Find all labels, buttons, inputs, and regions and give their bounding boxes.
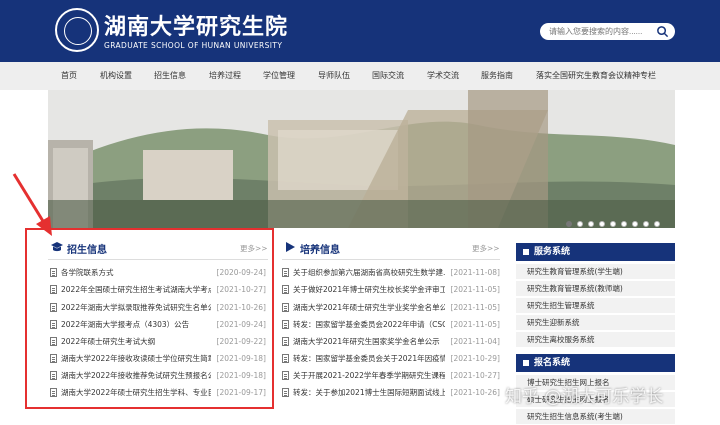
registration-header: 报名系统 xyxy=(516,354,675,372)
carousel-indicators xyxy=(566,212,665,227)
square-bullet-icon xyxy=(523,360,529,366)
document-icon xyxy=(282,268,289,277)
item-title[interactable]: 湖南大学2021年硕士研究生学业奖学金名单公... xyxy=(293,299,445,316)
list-item[interactable]: 关于开展2021-2022学年春季学期研究生课程排... [2021-10-27] xyxy=(282,367,500,384)
services-header: 服务系统 xyxy=(516,243,675,261)
carousel-dot[interactable] xyxy=(643,221,649,227)
nav-item-academic[interactable]: 学术交流 xyxy=(427,62,459,90)
item-title[interactable]: 转发：关于参加2021博士生国际短期面试线上... xyxy=(293,384,445,401)
document-icon xyxy=(282,354,289,363)
item-date: [2021-11-04] xyxy=(450,337,500,346)
services-title: 服务系统 xyxy=(534,247,571,257)
item-date: [2021-11-05] xyxy=(450,303,500,312)
item-title[interactable]: 转发：国家留学基金委员会2022年申请（CSC-D... xyxy=(293,316,445,333)
list-item[interactable]: 湖南大学2021年研究生国家奖学金名单公示 [2021-11-04] xyxy=(282,333,500,350)
square-bullet-icon xyxy=(523,249,529,255)
nav-item-organization[interactable]: 机构设置 xyxy=(100,62,132,90)
list-item[interactable]: 转发：国家留学基金委员会2022年申请（CSC-D... [2021-11-05] xyxy=(282,316,500,333)
site-logo-title[interactable]: 湖南大学研究生院 xyxy=(104,9,288,41)
annotation-highlight-box xyxy=(25,228,274,409)
item-title[interactable]: 转发：国家留学基金委员会关于2021年因疫情... xyxy=(293,350,445,367)
item-date: [2021-11-05] xyxy=(450,320,500,329)
nav-item-international[interactable]: 国际交流 xyxy=(372,62,404,90)
document-icon xyxy=(282,371,289,380)
carousel-dot[interactable] xyxy=(588,221,594,227)
service-link-student[interactable]: 研究生教育管理系统(学生端) xyxy=(516,264,675,280)
list-item[interactable]: 关于组织参加第六届湖南省高校研究生数学建... [2021-11-08] xyxy=(282,264,500,281)
nav-item-training[interactable]: 培养过程 xyxy=(209,62,241,90)
play-icon xyxy=(286,242,295,252)
document-icon xyxy=(282,303,289,312)
site-logo-subtitle: GRADUATE SCHOOL OF HUNAN UNIVERSITY xyxy=(104,41,283,50)
search-icon[interactable] xyxy=(656,25,669,38)
document-icon xyxy=(282,388,289,397)
item-date: [2021-10-26] xyxy=(450,388,500,397)
campus-photo xyxy=(48,90,675,228)
item-date: [2021-11-05] xyxy=(450,285,500,294)
nav-item-service-guide[interactable]: 服务指南 xyxy=(481,62,513,90)
list-item[interactable]: 关于做好2021年博士研究生校长奖学金评审工... [2021-11-05] xyxy=(282,281,500,298)
university-seal-logo[interactable] xyxy=(55,8,99,52)
document-icon xyxy=(282,320,289,329)
site-header: 湖南大学研究生院 GRADUATE SCHOOL OF HUNAN UNIVER… xyxy=(0,0,720,62)
carousel-dot[interactable] xyxy=(632,221,638,227)
search-input[interactable] xyxy=(540,23,675,40)
nav-item-home[interactable]: 首页 xyxy=(61,62,77,90)
carousel-dot[interactable] xyxy=(621,221,627,227)
registration-title: 报名系统 xyxy=(534,358,571,368)
carousel-dot[interactable] xyxy=(566,221,572,227)
service-link-admissions[interactable]: 研究生招生管理系统 xyxy=(516,298,675,314)
item-date: [2021-10-27] xyxy=(450,371,500,380)
main-nav: 首页 机构设置 招生信息 培养过程 学位管理 导师队伍 国际交流 学术交流 服务… xyxy=(0,62,720,90)
banner-carousel[interactable] xyxy=(48,90,675,228)
carousel-dot[interactable] xyxy=(654,221,660,227)
training-more-link[interactable]: 更多>> xyxy=(472,243,500,254)
list-item[interactable]: 转发：国家留学基金委员会关于2021年因疫情... [2021-10-29] xyxy=(282,350,500,367)
nav-item-special-column[interactable]: 落实全国研究生教育会议精神专栏 xyxy=(536,62,656,90)
service-link-welcome[interactable]: 研究生迎新系统 xyxy=(516,315,675,331)
watermark: 知乎 @湖大可乐学长 xyxy=(505,387,664,407)
list-item[interactable]: 湖南大学2021年硕士研究生学业奖学金名单公... [2021-11-05] xyxy=(282,299,500,316)
service-link-leaving[interactable]: 研究生离校服务系统 xyxy=(516,332,675,348)
item-title[interactable]: 关于做好2021年博士研究生校长奖学金评审工... xyxy=(293,281,445,298)
document-icon xyxy=(282,285,289,294)
item-title[interactable]: 关于组织参加第六届湖南省高校研究生数学建... xyxy=(293,264,445,281)
training-divider xyxy=(282,259,500,260)
registration-link-applicant[interactable]: 研究生招生信息系统(考生端) xyxy=(516,409,675,425)
item-title[interactable]: 关于开展2021-2022学年春季学期研究生课程排... xyxy=(293,367,445,384)
list-item[interactable]: 转发：关于参加2021博士生国际短期面试线上... [2021-10-26] xyxy=(282,384,500,401)
training-panel-title: 培养信息 xyxy=(300,245,340,256)
item-date: [2021-11-08] xyxy=(450,268,500,277)
document-icon xyxy=(282,337,289,346)
service-link-teacher[interactable]: 研究生教育管理系统(教师端) xyxy=(516,281,675,297)
carousel-dot[interactable] xyxy=(577,221,583,227)
carousel-dot[interactable] xyxy=(599,221,605,227)
nav-item-admissions[interactable]: 招生信息 xyxy=(154,62,186,90)
item-title[interactable]: 湖南大学2021年研究生国家奖学金名单公示 xyxy=(293,333,445,350)
carousel-dot[interactable] xyxy=(610,221,616,227)
nav-item-supervisors[interactable]: 导师队伍 xyxy=(318,62,350,90)
nav-item-degree[interactable]: 学位管理 xyxy=(263,62,295,90)
item-date: [2021-10-29] xyxy=(450,354,500,363)
